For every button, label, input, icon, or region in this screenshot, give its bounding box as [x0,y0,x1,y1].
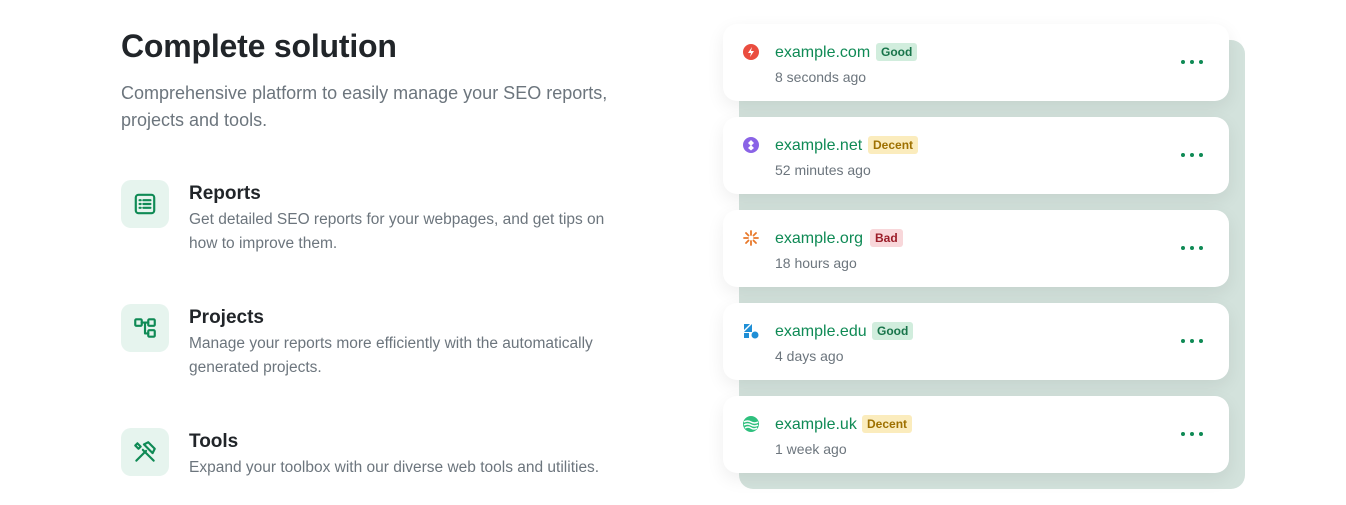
report-card[interactable]: example.com Good 8 seconds ago [723,24,1229,101]
feature-title: Projects [189,307,264,328]
tools-icon [121,428,169,476]
report-card[interactable]: example.edu Good 4 days ago [723,303,1229,380]
status-badge: Good [876,43,918,61]
feature-title: Tools [189,431,239,452]
report-timestamp: 1 week ago [775,441,847,457]
more-options-button[interactable] [1181,331,1203,351]
more-options-button[interactable] [1181,238,1203,258]
status-badge: Decent [868,136,919,154]
report-timestamp: 4 days ago [775,348,844,364]
blue-shapes-icon [744,324,759,339]
feature-title: Reports [189,183,261,204]
report-timestamp: 8 seconds ago [775,69,867,85]
intro-section: Complete solution Comprehensive platform… [121,26,641,134]
feature-description: Expand your toolbox with our diverse web… [189,459,600,476]
report-domain-link[interactable]: example.org [775,229,863,249]
green-waves-icon [743,416,759,432]
report-timestamp: 18 hours ago [775,255,857,271]
more-options-button[interactable] [1181,52,1203,72]
feature-description: Manage your reports more efficiently wit… [189,335,593,376]
report-domain-link[interactable]: example.net [775,136,862,156]
more-options-button[interactable] [1181,145,1203,165]
more-options-button[interactable] [1181,424,1203,444]
status-badge: Good [872,322,914,340]
project-tree-icon [121,304,169,352]
report-card[interactable]: example.net Decent 52 minutes ago [723,117,1229,194]
report-timestamp: 52 minutes ago [775,162,871,178]
section-title: Complete solution [121,28,397,64]
section-subtitle: Comprehensive platform to easily manage … [121,83,608,130]
report-domain-link[interactable]: example.com [775,43,870,63]
list-icon [121,180,169,228]
report-domain-link[interactable]: example.edu [775,322,867,342]
report-domain-link[interactable]: example.uk [775,415,857,435]
lightning-icon [743,44,759,60]
orange-sun-icon [743,230,759,246]
feature-description: Get detailed SEO reports for your webpag… [189,211,605,252]
status-badge: Decent [862,415,913,433]
purple-gem-icon [743,137,759,153]
feature-tools: Tools Expand your toolbox with our diver… [121,428,641,488]
report-card[interactable]: example.uk Decent 1 week ago [723,396,1229,473]
report-card[interactable]: example.org Bad 18 hours ago [723,210,1229,287]
status-badge: Bad [870,229,903,247]
feature-reports: Reports Get detailed SEO reports for you… [121,180,641,252]
feature-projects: Projects Manage your reports more effici… [121,304,641,376]
